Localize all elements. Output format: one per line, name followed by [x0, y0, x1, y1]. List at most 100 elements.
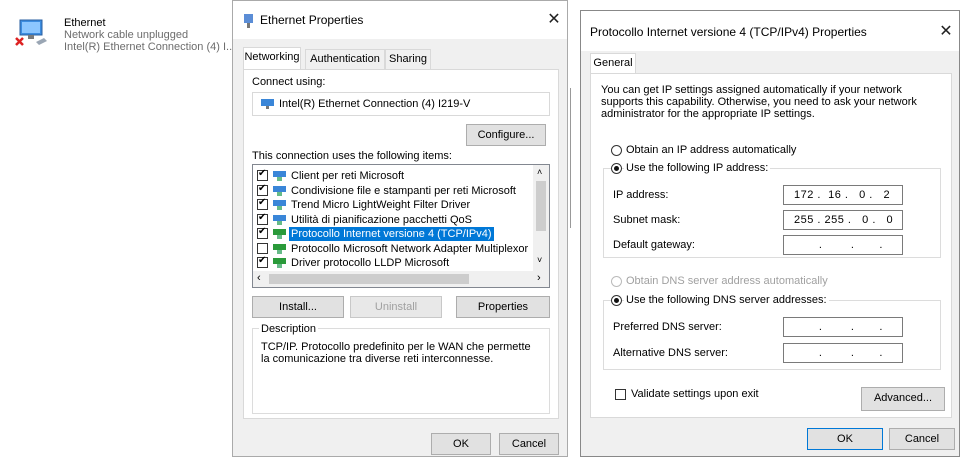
- connect-using-label: Connect using:: [252, 76, 326, 88]
- item-checkbox[interactable]: [257, 226, 268, 239]
- list-item[interactable]: Protocollo Microsoft Network Adapter Mul…: [253, 242, 531, 256]
- use-following-dns-label: Use the following DNS server addresses:: [624, 294, 829, 306]
- scroll-up-icon[interactable]: ˄: [537, 167, 542, 177]
- scroll-down-icon[interactable]: ˅: [537, 255, 542, 265]
- ipv4-ok-button[interactable]: OK: [807, 428, 883, 450]
- use-following-dns-radio[interactable]: [611, 295, 622, 306]
- ipv4-cancel-button[interactable]: Cancel: [889, 428, 955, 450]
- default-gateway-label: Default gateway:: [613, 239, 695, 251]
- connection-device: Intel(R) Ethernet Connection (4) I...: [64, 41, 236, 53]
- obtain-dns-auto-label: Obtain DNS server address automatically: [626, 275, 828, 287]
- item-label: Protocollo Microsoft Network Adapter Mul…: [291, 242, 529, 255]
- background-window-strip: [568, 0, 580, 457]
- scroll-left-icon[interactable]: ‹: [257, 272, 261, 284]
- validate-checkbox[interactable]: [615, 389, 626, 400]
- ipv4-properties-dialog: Protocollo Internet versione 4 (TCP/IPv4…: [580, 10, 960, 457]
- uninstall-button: Uninstall: [350, 296, 442, 318]
- list-item[interactable]: Driver protocollo LLDP Microsoft: [253, 255, 531, 270]
- preferred-dns-label: Preferred DNS server:: [613, 321, 722, 333]
- items-list[interactable]: Client per reti Microsoft Condivisione fi…: [252, 164, 550, 288]
- network-component-icon: [273, 185, 286, 196]
- obtain-ip-auto-radio[interactable]: [611, 145, 622, 156]
- item-checkbox[interactable]: [257, 242, 268, 254]
- network-component-icon: [273, 214, 286, 225]
- obtain-dns-auto-radio: [611, 276, 622, 287]
- ethernet-properties-dialog: Ethernet Properties ✕ Networking Authent…: [232, 0, 568, 457]
- item-label: Protocollo Internet versione 4 (TCP/IPv4…: [289, 227, 494, 241]
- item-checkbox[interactable]: [257, 212, 268, 225]
- default-gateway-input[interactable]: . . .: [783, 235, 903, 255]
- intro-text: You can get IP settings assigned automat…: [601, 84, 917, 120]
- list-item[interactable]: Utilità di pianificazione pacchetti QoS: [253, 212, 531, 227]
- use-following-ip-radio[interactable]: [611, 163, 622, 174]
- tab-general-label: General: [593, 57, 633, 69]
- item-checkbox[interactable]: [257, 168, 268, 181]
- use-following-ip-label: Use the following IP address:: [624, 162, 771, 174]
- ip-address-label: IP address:: [613, 189, 669, 201]
- install-button[interactable]: Install...: [252, 296, 344, 318]
- list-item[interactable]: Client per reti Microsoft: [253, 168, 531, 183]
- item-label: Trend Micro LightWeight Filter Driver: [291, 199, 471, 211]
- items-label: This connection uses the following items…: [252, 150, 452, 162]
- list-item[interactable]: Condivisione file e stampanti per reti M…: [253, 183, 531, 198]
- subnet-mask-input[interactable]: 255 . 255 . 0 . 0: [783, 210, 903, 230]
- ipv4-dialog-title: Protocollo Internet versione 4 (TCP/IPv4…: [590, 25, 867, 39]
- item-label: Utilità di pianificazione pacchetti QoS: [291, 213, 472, 226]
- network-component-icon: [273, 171, 286, 181]
- alternate-dns-input[interactable]: . . .: [783, 343, 903, 363]
- item-label: Driver protocollo LLDP Microsoft: [291, 257, 450, 269]
- ethernet-cancel-button[interactable]: Cancel: [499, 433, 559, 455]
- ipv4-close-icon[interactable]: ✕: [933, 21, 959, 45]
- scroll-right-icon[interactable]: ›: [537, 272, 541, 284]
- ethernet-titlebar: Ethernet Properties ✕: [233, 1, 567, 39]
- item-label: Condivisione file e stampanti per reti M…: [291, 184, 516, 197]
- item-label: Client per reti Microsoft: [291, 170, 405, 182]
- list-item[interactable]: Trend Micro LightWeight Filter Driver: [253, 197, 531, 212]
- tab-authentication-label: Authentication: [310, 53, 380, 65]
- adapter-icon: [261, 99, 274, 109]
- adapter-box: Intel(R) Ethernet Connection (4) I219-V: [252, 92, 550, 116]
- tab-general[interactable]: General: [590, 53, 636, 75]
- tab-sharing[interactable]: Sharing: [385, 49, 431, 69]
- network-component-icon: [273, 258, 286, 268]
- scroll-thumb[interactable]: [536, 181, 546, 231]
- network-component-icon: [273, 200, 286, 210]
- ip-address-input[interactable]: 172 . 16 . 0 . 2: [783, 185, 903, 205]
- networking-panel: Connect using: Intel(R) Ethernet Connect…: [243, 69, 559, 419]
- items-scrollbar-vertical[interactable]: ˄ ˅: [533, 165, 549, 271]
- network-component-icon: [273, 229, 286, 239]
- tab-sharing-label: Sharing: [389, 53, 427, 65]
- description-group: Description TCP/IP. Protocollo predefini…: [252, 323, 550, 414]
- item-checkbox[interactable]: [257, 183, 268, 196]
- tab-authentication[interactable]: Authentication: [305, 49, 385, 69]
- connection-name: Ethernet: [64, 17, 106, 29]
- close-icon[interactable]: ✕: [541, 9, 567, 33]
- subnet-mask-label: Subnet mask:: [613, 214, 681, 226]
- general-panel: You can get IP settings assigned automat…: [590, 73, 952, 418]
- ethernet-dialog-icon: [243, 14, 254, 31]
- advanced-button[interactable]: Advanced...: [861, 387, 945, 411]
- background-window-edge: [570, 88, 576, 228]
- description-label: Description: [259, 323, 319, 335]
- item-checkbox[interactable]: [257, 197, 268, 210]
- tab-networking[interactable]: Networking: [243, 47, 301, 69]
- adapter-name: Intel(R) Ethernet Connection (4) I219-V: [279, 98, 471, 110]
- properties-button[interactable]: Properties: [456, 296, 550, 318]
- network-adapter-icon: [14, 18, 48, 48]
- hscroll-thumb[interactable]: [269, 274, 469, 284]
- connection-status: Network cable unplugged: [64, 29, 189, 41]
- preferred-dns-input[interactable]: . . .: [783, 317, 903, 337]
- network-connection-tile[interactable]: Ethernet Network cable unplugged Intel(R…: [0, 0, 240, 60]
- obtain-ip-auto-label: Obtain an IP address automatically: [626, 144, 797, 156]
- description-text: TCP/IP. Protocollo predefinito per le WA…: [261, 341, 531, 365]
- network-component-icon: [273, 243, 286, 254]
- item-checkbox[interactable]: [257, 255, 268, 268]
- tab-networking-label: Networking: [244, 51, 300, 63]
- ipv4-titlebar: Protocollo Internet versione 4 (TCP/IPv4…: [581, 11, 959, 51]
- ethernet-ok-button[interactable]: OK: [431, 433, 491, 455]
- validate-label: Validate settings upon exit: [631, 388, 759, 400]
- configure-button[interactable]: Configure...: [466, 124, 546, 146]
- list-item[interactable]: Protocollo Internet versione 4 (TCP/IPv4…: [253, 226, 531, 241]
- ethernet-dialog-title: Ethernet Properties: [260, 13, 364, 27]
- items-scrollbar-horizontal[interactable]: ‹ ›: [253, 271, 549, 287]
